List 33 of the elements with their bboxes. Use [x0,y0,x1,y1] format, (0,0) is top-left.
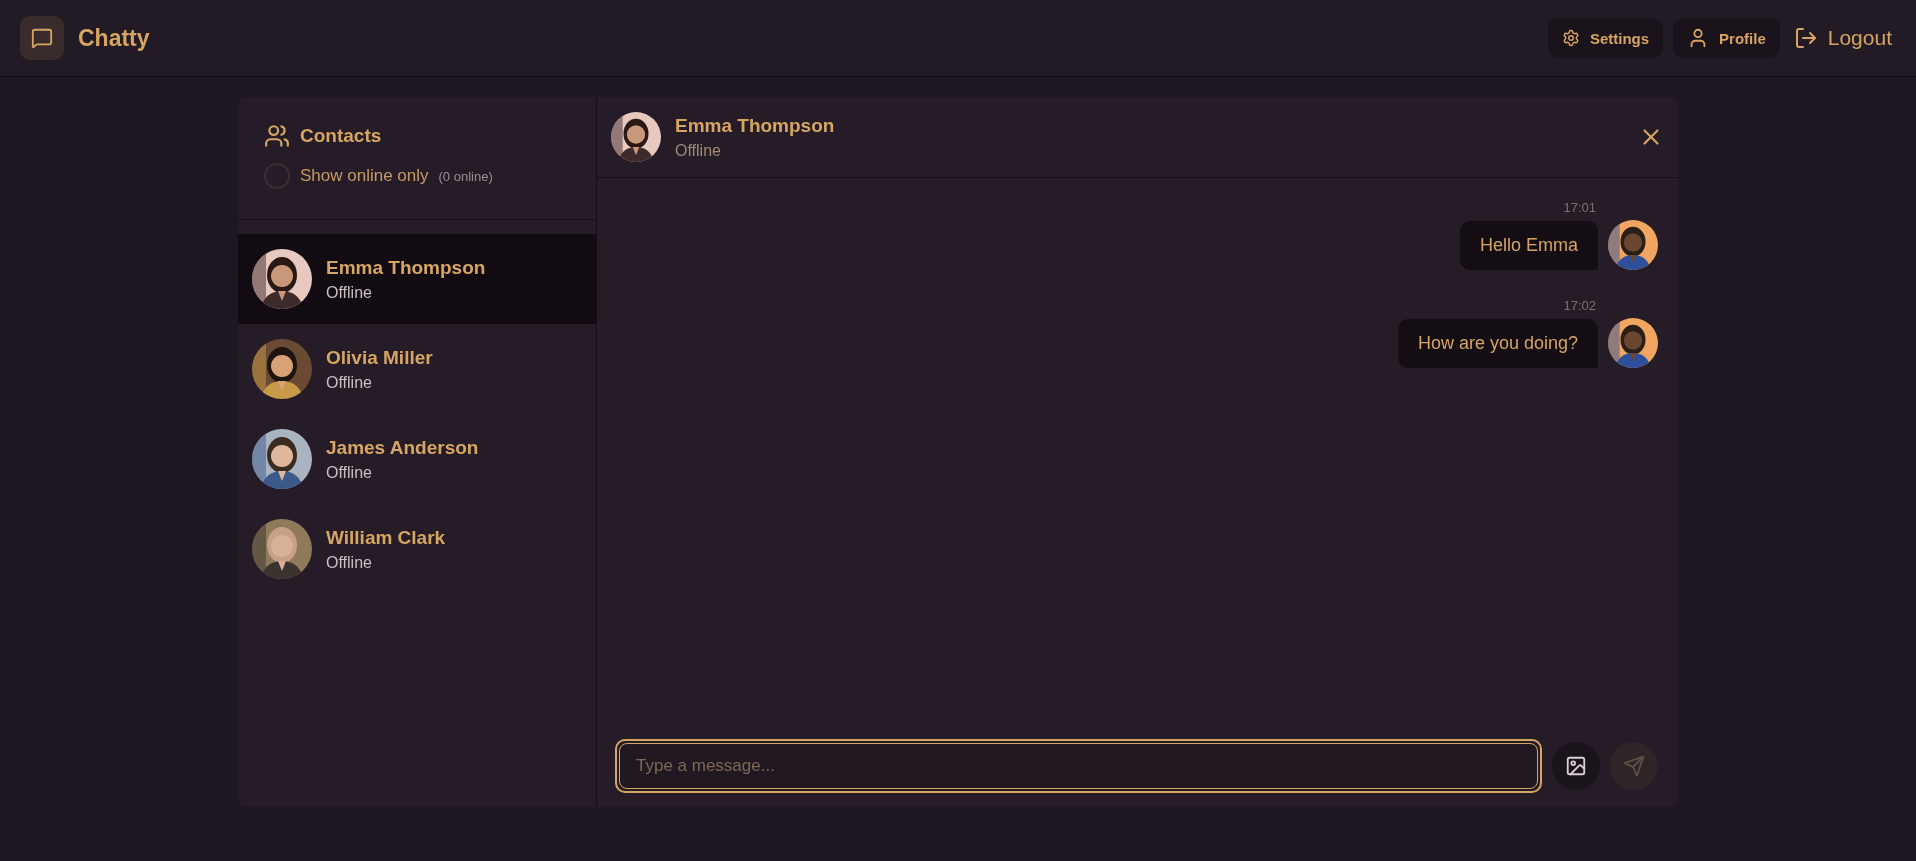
chat-name: Emma Thompson [675,114,835,137]
online-count: (0 online) [438,168,493,184]
app-title: Chatty [78,24,150,52]
contact-status: Offline [326,553,373,572]
contact-status: Offline [326,283,373,302]
chat-bubble-icon [20,16,64,60]
image-button[interactable] [1552,742,1600,790]
send-icon [1623,755,1645,777]
message-bubble: How are you doing? [1397,319,1598,368]
contact-name: Olivia Miller [326,346,433,369]
message-time: 17:01 [1563,200,1596,215]
contact-item[interactable]: Olivia Miller Offline [238,324,596,414]
profile-button[interactable]: Profile [1673,18,1780,58]
settings-icon [1561,29,1580,47]
contact-item[interactable]: William Clark Offline [238,504,596,594]
message-input[interactable]: Type a message... [615,739,1542,793]
filter-label: Show online only [300,166,429,186]
contact-item[interactable]: James Anderson Offline [238,414,596,504]
contact-name: William Clark [326,526,446,549]
contact-item[interactable]: Emma Thompson Offline [238,234,596,324]
sidebar-title: Contacts [300,125,382,147]
contact-status: Offline [326,373,373,392]
chat-status: Offline [675,141,722,160]
contact-status: Offline [326,463,373,482]
logout-button[interactable]: Logout [1789,18,1896,58]
users-icon [264,123,290,149]
contact-name: James Anderson [326,436,479,459]
contact-name: Emma Thompson [326,256,486,279]
message-bubble: Hello Emma [1459,221,1598,270]
logout-icon [1793,26,1818,50]
message-time: 17:02 [1563,298,1596,313]
settings-button[interactable]: Settings [1547,18,1664,58]
image-icon [1565,755,1587,777]
